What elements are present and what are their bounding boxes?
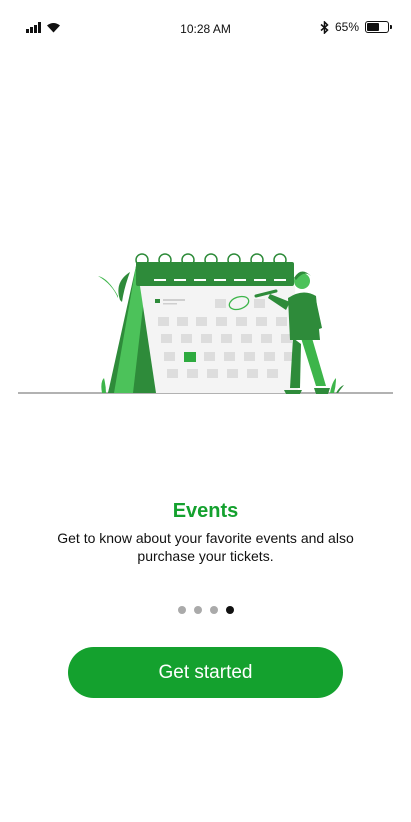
page-dot[interactable]	[193, 606, 202, 614]
bluetooth-icon	[320, 20, 329, 34]
status-right: 65%	[320, 20, 392, 34]
leaf-icon	[98, 276, 118, 298]
get-started-button[interactable]: Get started	[68, 647, 343, 698]
battery-icon	[365, 21, 392, 33]
events-illustration	[18, 253, 393, 394]
leaf-icon	[330, 378, 336, 393]
calendar-header	[136, 262, 294, 286]
page-dot-active[interactable]	[225, 606, 234, 614]
leaf-icon	[118, 272, 130, 302]
highlighted-date	[184, 352, 196, 362]
leaf-icon	[336, 385, 344, 393]
page-subtitle: Get to know about your favorite events a…	[57, 530, 354, 564]
page-indicator	[0, 606, 411, 614]
page-dot[interactable]	[209, 606, 218, 614]
battery-percent: 65%	[334, 20, 359, 34]
status-bar: 10:28 AM 65%	[0, 0, 411, 60]
battery-cap	[390, 25, 392, 29]
page-title: Events	[172, 500, 239, 522]
page-dot[interactable]	[177, 606, 186, 614]
leaf-icon	[101, 378, 106, 393]
battery-fill	[367, 23, 379, 31]
